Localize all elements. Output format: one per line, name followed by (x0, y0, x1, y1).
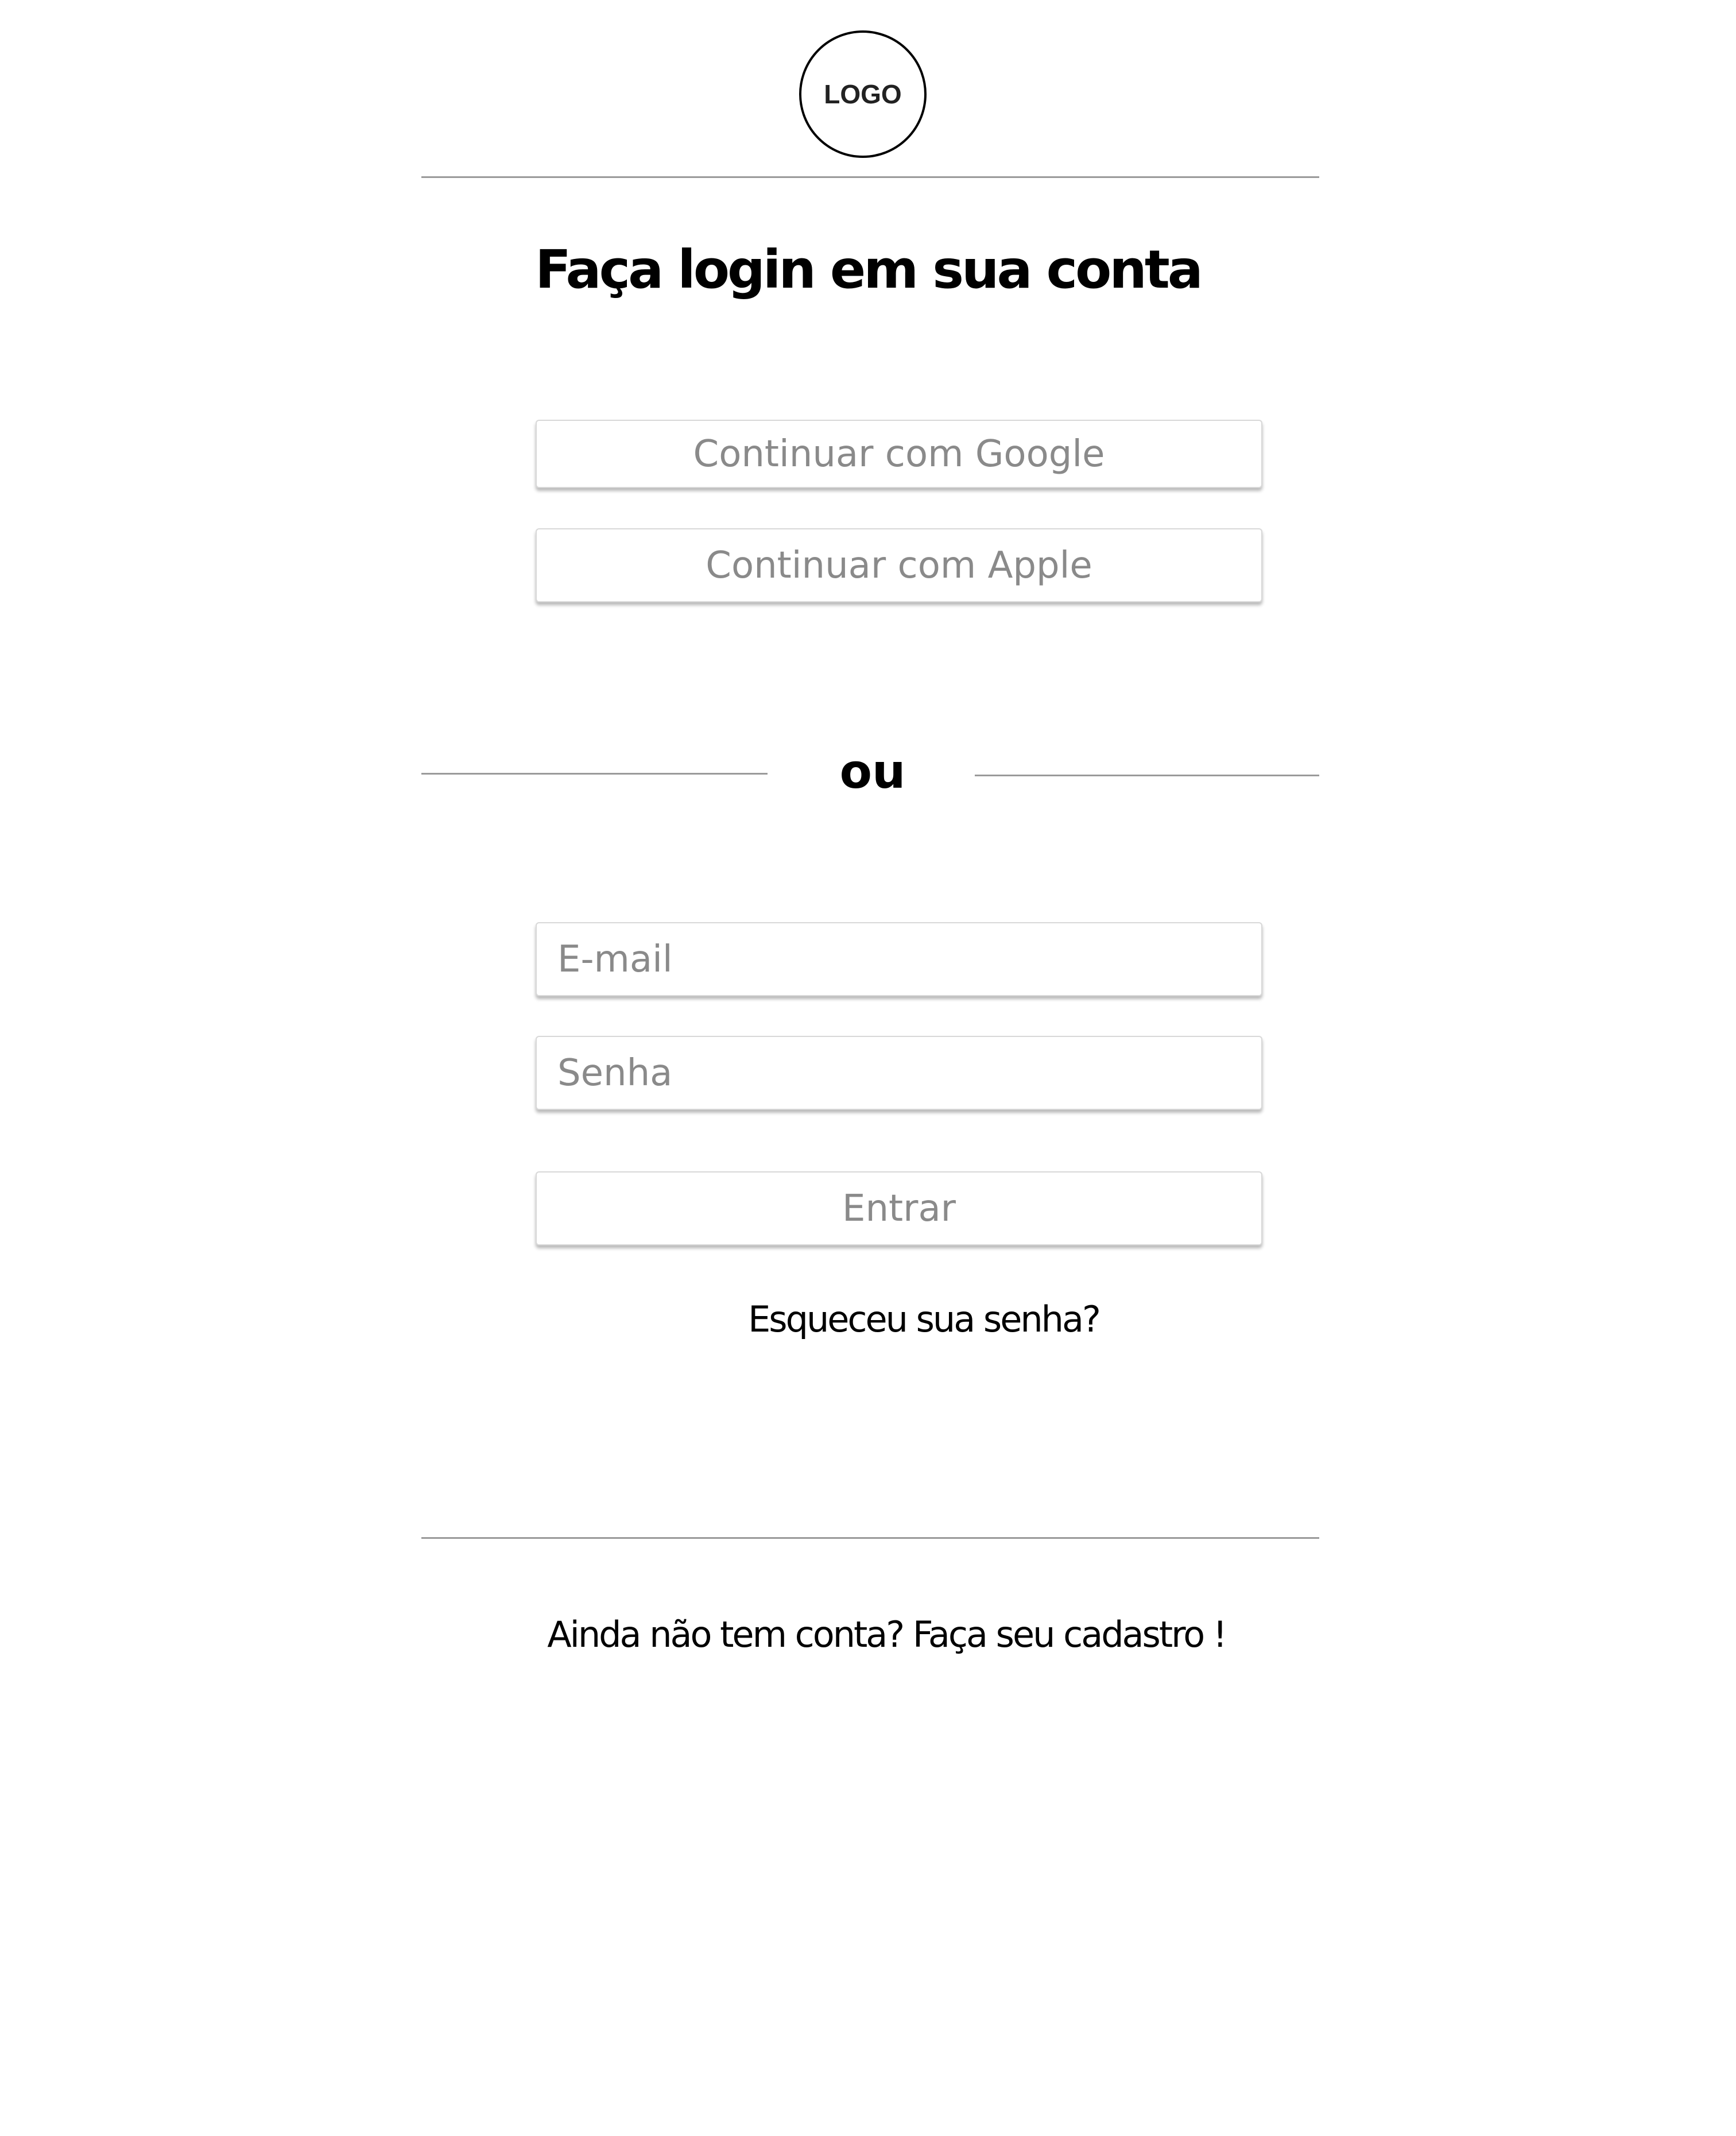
email-field[interactable]: E-mail (536, 922, 1262, 996)
continue-with-apple-label: Continuar com Apple (706, 544, 1092, 587)
password-placeholder: Senha (557, 1051, 673, 1094)
header-divider (421, 176, 1319, 178)
continue-with-google-button[interactable]: Continuar com Google (536, 420, 1262, 488)
logo: LOGO (799, 30, 927, 158)
email-placeholder: E-mail (557, 938, 673, 981)
or-divider-right-line (975, 775, 1319, 776)
continue-with-apple-button[interactable]: Continuar com Apple (536, 528, 1262, 602)
signup-link[interactable]: Ainda não tem conta? Faça seu cadastro ! (18, 1609, 1736, 1661)
or-divider-label: ou (839, 745, 906, 799)
footer-divider (421, 1537, 1319, 1539)
page-title: Faça login em sua conta (535, 239, 1203, 300)
logo-text: LOGO (824, 79, 902, 109)
password-field[interactable]: Senha (536, 1036, 1262, 1110)
login-button[interactable]: Entrar (536, 1171, 1262, 1245)
forgot-password-link[interactable]: Esqueceu sua senha? (56, 1294, 1736, 1345)
continue-with-google-label: Continuar com Google (693, 432, 1105, 475)
or-divider-left-line (421, 773, 768, 775)
login-button-label: Entrar (842, 1187, 956, 1230)
